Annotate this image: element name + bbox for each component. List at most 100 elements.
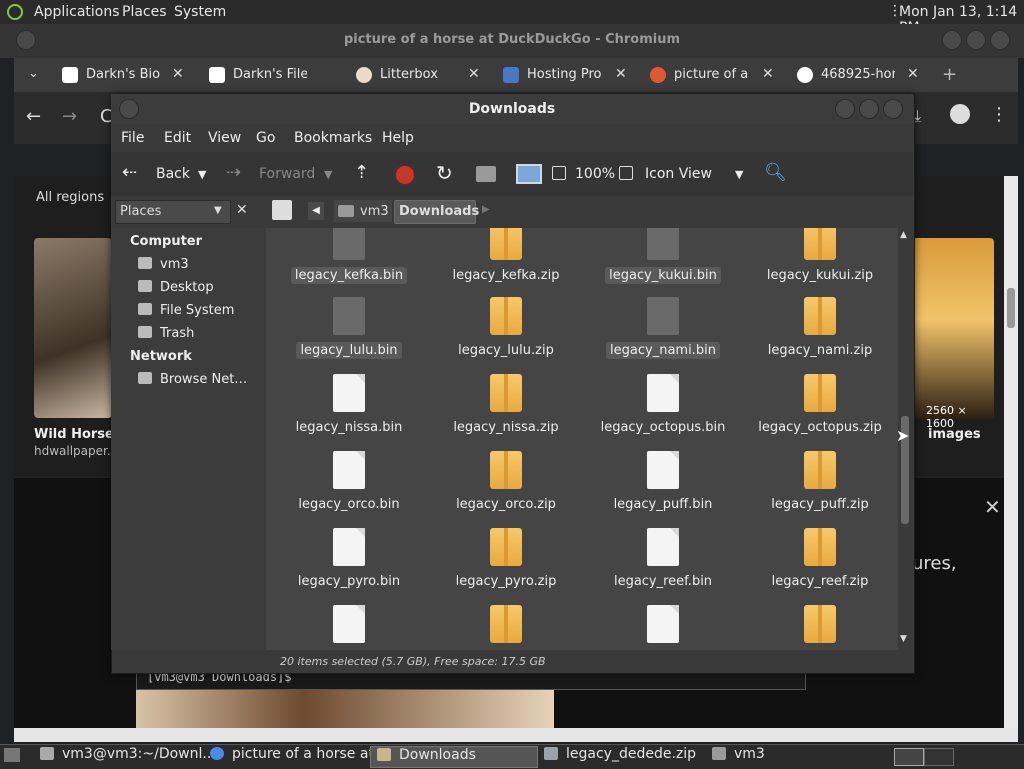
zoom-out-icon[interactable]: [552, 166, 566, 180]
sidebar-selector[interactable]: Places ▼: [115, 200, 231, 224]
file-item[interactable]: legacy_reef.bin: [588, 528, 738, 598]
file-item[interactable]: legacy_puff.zip: [745, 451, 895, 521]
file-item[interactable]: legacy_lulu.zip: [431, 297, 581, 367]
show-desktop-icon[interactable]: [4, 748, 20, 762]
tab-label: Litterbox: [380, 67, 438, 82]
file-item[interactable]: legacy_orco.zip: [431, 451, 581, 521]
tab-litterbox[interactable]: Litterbox ✕: [356, 58, 486, 92]
up-arrow-icon[interactable]: ⇡: [354, 162, 369, 183]
back-button[interactable]: Back: [156, 166, 190, 182]
taskbar-item-downloads[interactable]: Downloads: [370, 746, 538, 768]
system-menu[interactable]: System: [174, 4, 226, 20]
scroll-up-icon[interactable]: ▲: [900, 230, 907, 240]
breadcrumb-downloads[interactable]: Downloads: [394, 200, 479, 224]
profile-avatar-icon[interactable]: [950, 104, 970, 124]
zoom-in-icon[interactable]: [619, 166, 633, 180]
file-item[interactable]: legacy_pyro.zip: [431, 528, 581, 598]
file-item[interactable]: legacy_pyro.bin: [274, 528, 424, 598]
horse-thumbnail-left[interactable]: [34, 238, 112, 418]
tab-picture-of-a-horse[interactable]: picture of a h ✕: [650, 58, 780, 92]
tab-close-icon[interactable]: ✕: [762, 66, 774, 82]
search-icon[interactable]: 🔍︎: [764, 162, 787, 183]
sidebar-item-vm3[interactable]: vm3: [138, 257, 189, 272]
horizontal-scrollbar[interactable]: [14, 728, 1018, 742]
back-history-dropdown-icon[interactable]: ▼: [198, 168, 206, 181]
close-sidebar-icon[interactable]: ✕: [236, 202, 248, 218]
tab-468925-horse[interactable]: 468925-hors ✕: [797, 58, 927, 92]
sidebar-item-browse-network[interactable]: Browse Net…: [138, 372, 247, 387]
file-item[interactable]: [588, 605, 738, 650]
forward-button[interactable]: Forward: [259, 166, 315, 182]
reload-icon[interactable]: ↻: [436, 161, 453, 185]
downloads-icon[interactable]: ⤓: [914, 106, 921, 126]
file-item[interactable]: legacy_orco.bin: [274, 451, 424, 521]
menu-help[interactable]: Help: [382, 130, 414, 146]
applications-menu[interactable]: Applications: [34, 4, 120, 20]
breadcrumb-vm3[interactable]: vm3: [334, 200, 392, 222]
horse-thumbnail-right[interactable]: 2560 × 1600: [912, 238, 994, 430]
view-mode-selector[interactable]: Icon View: [645, 166, 712, 182]
tab-close-icon[interactable]: ✕: [907, 66, 919, 82]
file-item[interactable]: legacy_kefka.zip: [431, 228, 581, 292]
result-title-right[interactable]: images: [928, 427, 981, 442]
file-item[interactable]: legacy_puff.bin: [588, 451, 738, 521]
vertical-scrollbar[interactable]: [1004, 176, 1018, 728]
menu-file[interactable]: File: [121, 130, 144, 146]
workspace-switcher-1[interactable]: [894, 748, 924, 766]
browser-menu-icon[interactable]: ⋮: [990, 104, 1008, 125]
computer-icon[interactable]: [516, 164, 542, 184]
file-item[interactable]: legacy_kefka.bin: [274, 228, 424, 292]
home-folder-icon[interactable]: [476, 166, 496, 182]
tab-darkns-bio[interactable]: Darkn's Bio ✕: [62, 58, 192, 92]
forward-history-dropdown-icon[interactable]: ▼: [324, 168, 332, 181]
taskbar-item-chromium[interactable]: picture of a horse at...: [204, 746, 387, 766]
file-item[interactable]: [274, 605, 424, 650]
forward-arrow-icon[interactable]: ⇢: [226, 162, 241, 183]
breadcrumb-right-icon[interactable]: ▶: [482, 204, 490, 215]
browser-forward-icon[interactable]: →: [62, 106, 77, 127]
tab-close-icon[interactable]: ✕: [615, 66, 627, 82]
view-mode-dropdown-icon[interactable]: ▼: [735, 168, 743, 181]
scroll-down-icon[interactable]: ▼: [900, 634, 907, 644]
edit-location-icon[interactable]: [272, 200, 292, 220]
breadcrumb-left-icon[interactable]: ◀: [308, 202, 324, 220]
workspace-switcher-2[interactable]: [924, 748, 954, 766]
sidebar-selector-label: Places: [120, 204, 162, 219]
sidebar-item-desktop[interactable]: Desktop: [138, 280, 214, 295]
stop-icon[interactable]: [395, 165, 415, 185]
detail-close-icon[interactable]: ✕: [984, 495, 1001, 519]
file-item[interactable]: legacy_nami.bin: [588, 297, 738, 367]
file-item[interactable]: legacy_octopus.bin: [588, 374, 738, 444]
places-menu[interactable]: Places: [122, 4, 167, 20]
file-item[interactable]: [745, 605, 895, 650]
browser-back-icon[interactable]: ←: [26, 106, 41, 127]
taskbar-item-archive[interactable]: legacy_dedede.zip: [538, 746, 704, 766]
file-item[interactable]: [431, 605, 581, 650]
file-item[interactable]: legacy_kukui.bin: [588, 228, 738, 292]
tab-search-chevron-icon[interactable]: ⌄: [28, 66, 44, 84]
back-arrow-icon[interactable]: ⇠: [122, 162, 137, 183]
file-item[interactable]: legacy_lulu.bin: [274, 297, 424, 367]
file-item[interactable]: legacy_nami.zip: [745, 297, 895, 367]
file-item[interactable]: legacy_kukui.zip: [745, 228, 895, 292]
menu-view[interactable]: View: [208, 130, 241, 146]
tab-close-icon[interactable]: ✕: [468, 66, 480, 82]
taskbar-item-terminal[interactable]: vm3@vm3:~/Downl...: [34, 746, 216, 766]
tab-darkns-file[interactable]: Darkn's File I: [209, 58, 339, 92]
distro-logo-icon[interactable]: [6, 3, 24, 25]
menu-edit[interactable]: Edit: [164, 130, 191, 146]
file-item[interactable]: legacy_nissa.zip: [431, 374, 581, 444]
scrollbar-thumb[interactable]: [1007, 288, 1015, 328]
tab-hosting-prov[interactable]: Hosting Prov ✕: [503, 58, 633, 92]
file-item[interactable]: legacy_nissa.bin: [274, 374, 424, 444]
menu-go[interactable]: Go: [256, 130, 275, 146]
tab-close-icon[interactable]: ✕: [172, 66, 184, 82]
file-item[interactable]: legacy_octopus.zip: [745, 374, 895, 444]
menu-bookmarks[interactable]: Bookmarks: [294, 130, 372, 146]
file-item[interactable]: legacy_reef.zip: [745, 528, 895, 598]
taskbar-item-vm3[interactable]: vm3: [706, 746, 866, 766]
sidebar-item-file-system[interactable]: File System: [138, 303, 234, 318]
sidebar-item-trash[interactable]: Trash: [138, 326, 194, 341]
binary-file-icon: [333, 228, 365, 260]
duckduckgo-favicon-icon: [650, 67, 666, 83]
